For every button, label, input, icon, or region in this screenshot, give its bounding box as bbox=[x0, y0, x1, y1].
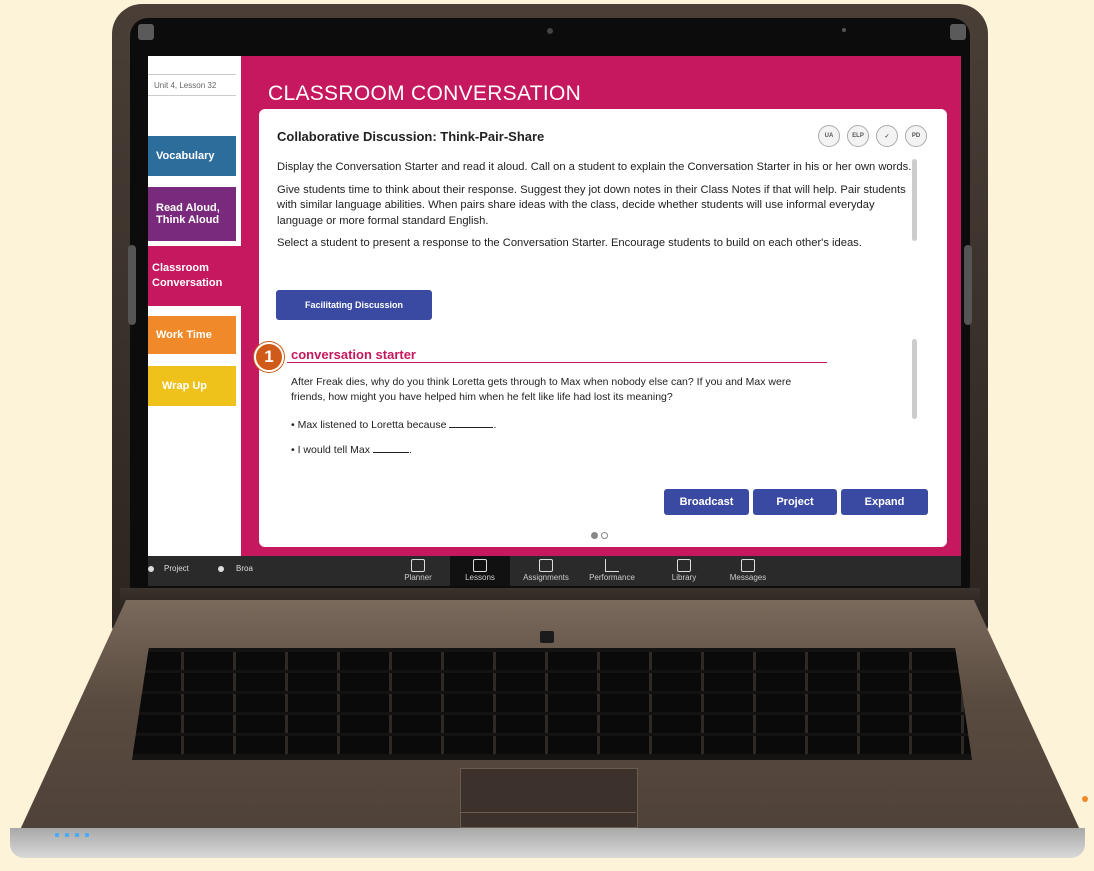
laptop-base-edge bbox=[10, 828, 1085, 858]
project-label: Project bbox=[164, 564, 189, 573]
sidebar-item-read-aloud[interactable]: Read Aloud, Think Aloud bbox=[148, 187, 236, 241]
blank-line bbox=[372, 452, 409, 453]
pd-badge-icon[interactable]: PD bbox=[905, 125, 927, 147]
library-icon bbox=[677, 559, 691, 572]
instruction-paragraph: Give students time to think about their … bbox=[277, 183, 906, 227]
nav-label: Performance bbox=[589, 573, 635, 582]
sidebar-item-label: Vocabulary bbox=[156, 150, 215, 162]
starter-scrollbar[interactable] bbox=[912, 339, 917, 419]
conversation-starter-body: After Freak dies, why do you think Loret… bbox=[291, 376, 792, 403]
nav-lessons[interactable]: Lessons bbox=[450, 556, 510, 586]
instruction-paragraph: Select a student to present a response t… bbox=[277, 237, 862, 249]
divider bbox=[287, 362, 827, 363]
nav-label: Assignments bbox=[523, 573, 569, 582]
elp-badge-icon[interactable]: ELP bbox=[847, 125, 869, 147]
power-icon bbox=[540, 631, 554, 643]
sidebar-item-vocabulary[interactable]: Vocabulary bbox=[148, 136, 236, 176]
project-radio[interactable] bbox=[148, 566, 154, 572]
keyboard bbox=[132, 648, 972, 760]
instructions-text: Display the Conversation Starter and rea… bbox=[277, 160, 913, 278]
checklist-badge-icon[interactable]: ✓ bbox=[876, 125, 898, 147]
breadcrumb: Unit 4, Lesson 32 bbox=[148, 74, 236, 96]
hinge bbox=[964, 245, 972, 325]
page-dot[interactable] bbox=[601, 532, 608, 539]
sidebar: Unit 4, Lesson 32 Vocabulary Read Aloud,… bbox=[148, 56, 241, 556]
page-dot-active[interactable] bbox=[591, 532, 598, 539]
nav-library[interactable]: Library bbox=[654, 556, 714, 586]
sidebar-item-label: Wrap Up bbox=[162, 380, 208, 392]
nav-label: Messages bbox=[729, 573, 767, 582]
sentence-frame-1: • Max listened to Loretta because. bbox=[291, 419, 497, 431]
sidebar-item-classroom-conversation[interactable]: Classroom Conversation bbox=[148, 246, 241, 306]
sentence-frame-text: I would tell Max bbox=[297, 444, 370, 456]
pagination-dots bbox=[591, 532, 608, 539]
broadcast-button[interactable]: Broadcast bbox=[664, 489, 749, 515]
touchpad-divider bbox=[460, 812, 636, 813]
sidebar-item-label: Classroom Conversation bbox=[152, 262, 223, 289]
sidebar-item-label: Work Time bbox=[156, 329, 212, 341]
key-row bbox=[132, 673, 972, 691]
bezel-corner bbox=[138, 24, 154, 40]
led-icon bbox=[55, 833, 59, 837]
conversation-starter-title: conversation starter bbox=[291, 347, 416, 362]
webcam bbox=[547, 28, 553, 34]
sentence-frame-text: Max listened to Loretta because bbox=[297, 419, 447, 431]
badge-group: UA ELP ✓ PD bbox=[818, 125, 927, 147]
project-button[interactable]: Project bbox=[753, 489, 837, 515]
sidebar-item-work-time[interactable]: Work Time bbox=[148, 316, 236, 354]
facilitating-discussion-button[interactable]: Facilitating Discussion bbox=[276, 290, 432, 320]
ua-badge-icon[interactable]: UA bbox=[818, 125, 840, 147]
app-screen: Unit 4, Lesson 32 Vocabulary Read Aloud,… bbox=[148, 56, 961, 586]
broadcast-label: Broa bbox=[236, 564, 253, 573]
key-row bbox=[132, 715, 972, 733]
nav-label: Planner bbox=[404, 573, 432, 582]
nav-performance[interactable]: Performance bbox=[582, 556, 642, 586]
key-row bbox=[132, 652, 972, 670]
touchpad bbox=[460, 768, 638, 828]
lesson-card: Collaborative Discussion: Think-Pair-Sha… bbox=[254, 109, 947, 547]
bottom-toolbar: Project Broa Planner Lessons Assignments… bbox=[148, 556, 961, 586]
page-title: CLASSROOM CONVERSATION bbox=[268, 82, 582, 105]
instruction-paragraph: Display the Conversation Starter and rea… bbox=[277, 161, 912, 173]
decorative-dot bbox=[1082, 796, 1088, 802]
nav-label: Lessons bbox=[465, 573, 495, 582]
webcam-light bbox=[842, 28, 846, 32]
card-heading: Collaborative Discussion: Think-Pair-Sha… bbox=[277, 129, 545, 144]
edit-icon bbox=[473, 559, 487, 572]
key-row bbox=[132, 736, 972, 754]
expand-button[interactable]: Expand bbox=[841, 489, 928, 515]
sidebar-item-label: Read Aloud, Think Aloud bbox=[156, 202, 220, 226]
book-icon bbox=[411, 559, 425, 572]
sentence-frame-2: • I would tell Max. bbox=[291, 444, 412, 456]
status-leds bbox=[55, 833, 89, 837]
checkbox-icon bbox=[539, 559, 553, 572]
led-icon bbox=[75, 833, 79, 837]
nav-assignments[interactable]: Assignments bbox=[516, 556, 576, 586]
sidebar-item-wrap-up[interactable]: Wrap Up bbox=[148, 366, 236, 406]
led-icon bbox=[65, 833, 69, 837]
led-icon bbox=[85, 833, 89, 837]
nav-messages[interactable]: Messages bbox=[718, 556, 778, 586]
step-number-badge: 1 bbox=[254, 342, 284, 372]
hinge bbox=[128, 245, 136, 325]
nav-planner[interactable]: Planner bbox=[388, 556, 448, 586]
key-row bbox=[132, 694, 972, 712]
instructions-scrollbar[interactable] bbox=[912, 159, 917, 241]
messages-icon bbox=[741, 559, 755, 572]
blank-line bbox=[449, 427, 494, 428]
nav-label: Library bbox=[671, 573, 697, 582]
chart-icon bbox=[605, 559, 619, 572]
bezel-corner bbox=[950, 24, 966, 40]
broadcast-radio[interactable] bbox=[218, 566, 224, 572]
